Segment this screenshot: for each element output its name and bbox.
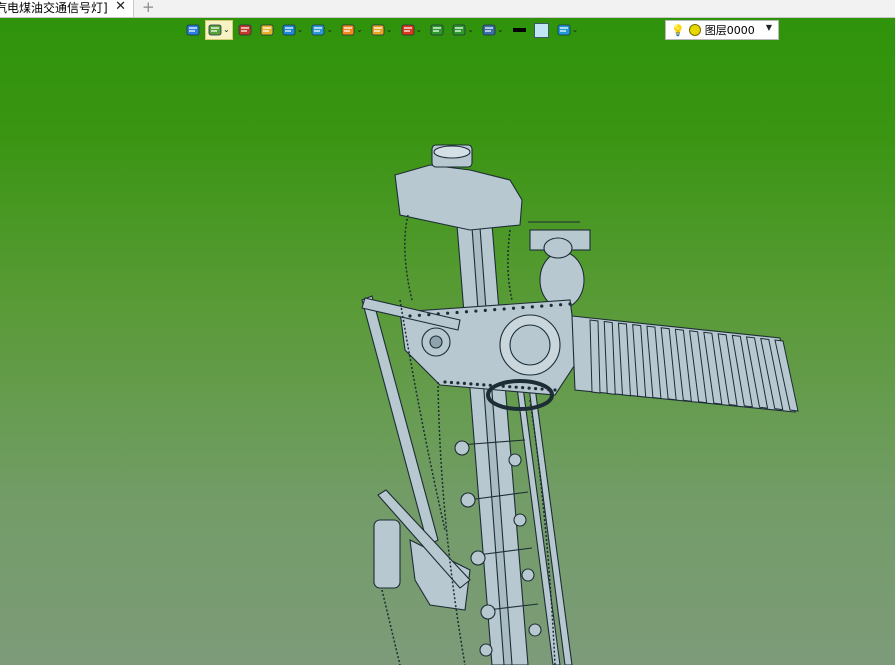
lamp-globe — [539, 251, 585, 309]
top-cap-ring — [433, 145, 471, 159]
bolt — [568, 302, 572, 306]
bolt — [443, 380, 447, 384]
bolt — [511, 306, 516, 310]
top-bracket — [394, 164, 523, 231]
bolt — [501, 384, 505, 388]
bolt — [495, 384, 499, 388]
bolt — [449, 380, 454, 385]
bolt — [456, 381, 460, 385]
bolt — [493, 308, 497, 312]
arm-slat — [589, 319, 601, 394]
bolt — [427, 312, 431, 317]
bolt — [508, 385, 512, 389]
bolt — [558, 303, 563, 307]
bolt — [483, 308, 487, 312]
bolt — [533, 386, 538, 391]
chain-long-2 — [381, 589, 401, 665]
bolt — [474, 309, 478, 313]
bolt — [436, 312, 440, 316]
bolt — [482, 383, 486, 387]
lamp-top — [543, 237, 573, 259]
bolt — [553, 388, 557, 392]
bolt — [549, 303, 553, 308]
pivot-inner — [429, 335, 443, 349]
bolt — [502, 307, 506, 311]
bolt — [408, 314, 412, 318]
bolt — [462, 381, 467, 386]
arm-hub-inner — [509, 324, 551, 366]
bolt — [530, 305, 534, 309]
bolt — [417, 313, 422, 317]
chain-left — [404, 214, 413, 301]
bolt — [446, 311, 450, 315]
bolt — [521, 305, 525, 310]
bolt — [540, 387, 544, 391]
bolt — [540, 304, 544, 308]
bolt — [455, 310, 459, 315]
bolt — [527, 386, 531, 390]
chain-right — [507, 229, 513, 301]
bolt — [514, 385, 518, 389]
bolt — [464, 310, 469, 314]
bolt — [469, 382, 473, 386]
signal-model[interactable] — [0, 0, 895, 665]
bolt — [546, 387, 551, 392]
bolt — [521, 386, 525, 390]
chain-long-1 — [437, 381, 466, 665]
bolt — [475, 382, 479, 386]
bolt — [488, 383, 492, 387]
cylinder — [373, 519, 401, 589]
